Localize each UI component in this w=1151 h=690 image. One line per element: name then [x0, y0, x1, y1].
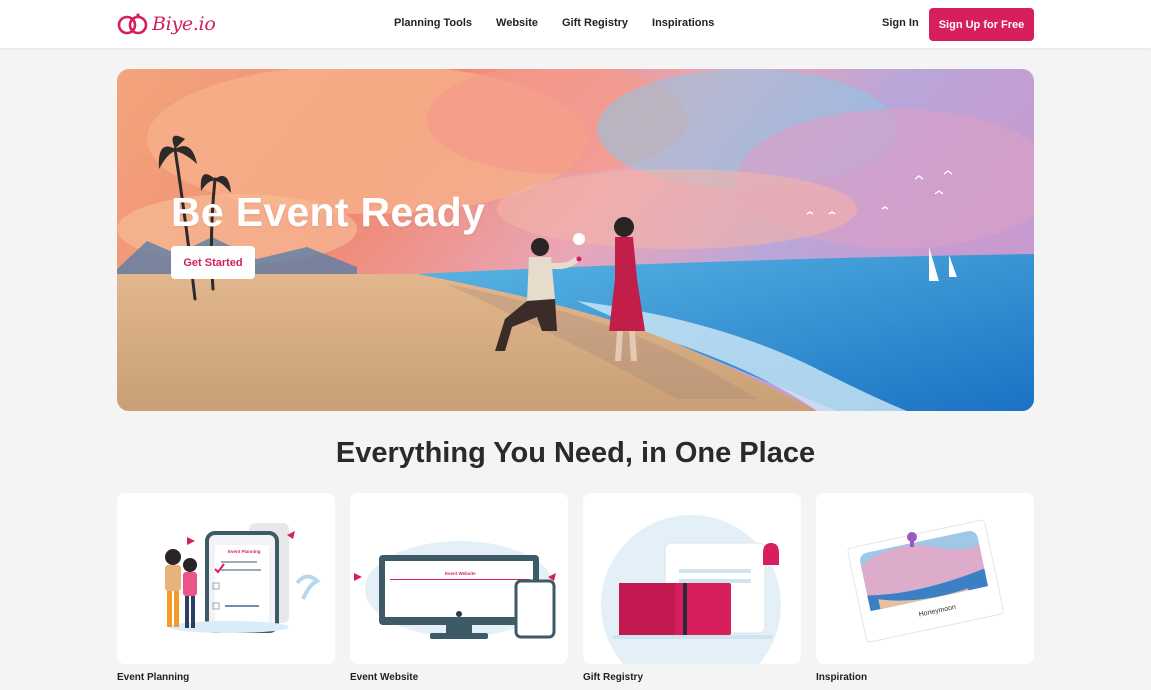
brand-name: Biye.io	[152, 13, 216, 35]
feature-card-gift-registry[interactable]	[583, 493, 801, 664]
rings-logo-icon	[117, 13, 148, 35]
event-planning-illustration: Event Planning	[165, 523, 321, 633]
event-planning-screen-label: Event Planning	[228, 549, 261, 554]
sign-in-link[interactable]: Sign In	[882, 17, 919, 29]
hero-title: Be Event Ready	[171, 189, 486, 235]
sign-up-button[interactable]: Sign Up for Free	[929, 8, 1034, 41]
nav-item-gift-registry[interactable]: Gift Registry	[562, 17, 628, 29]
feature-label-inspiration[interactable]: Inspiration	[816, 672, 867, 683]
feature-label-event-planning[interactable]: Event Planning	[117, 672, 189, 683]
section-title: Everything You Need, in One Place	[335, 437, 816, 469]
main-nav: Planning Tools Website Gift Registry Ins…	[394, 17, 714, 29]
brand-logo[interactable]: Biye.io	[117, 12, 216, 36]
get-started-button[interactable]: Get Started	[171, 246, 255, 279]
inspiration-illustration: Honeymoon	[847, 519, 1004, 643]
hero-banner: Be Event Ready Get Started	[117, 69, 1034, 411]
feature-card-event-website[interactable]: Event Website	[350, 493, 568, 664]
nav-item-inspirations[interactable]: Inspirations	[652, 17, 714, 29]
feature-label-event-website[interactable]: Event Website	[350, 672, 418, 683]
nav-item-website[interactable]: Website	[496, 17, 538, 29]
feature-card-event-planning[interactable]: Event Planning	[117, 493, 335, 664]
top-navigation-bar: Biye.io Planning Tools Website Gift Regi…	[0, 0, 1151, 48]
feature-label-gift-registry[interactable]: Gift Registry	[583, 672, 643, 683]
beach-proposal-illustration	[117, 69, 1034, 411]
nav-item-planning-tools[interactable]: Planning Tools	[394, 17, 472, 29]
event-website-illustration: Event Website	[354, 541, 556, 639]
feature-card-inspiration[interactable]: Honeymoon	[816, 493, 1034, 664]
event-website-screen-label: Event Website	[445, 571, 476, 576]
gift-registry-illustration	[601, 515, 781, 664]
